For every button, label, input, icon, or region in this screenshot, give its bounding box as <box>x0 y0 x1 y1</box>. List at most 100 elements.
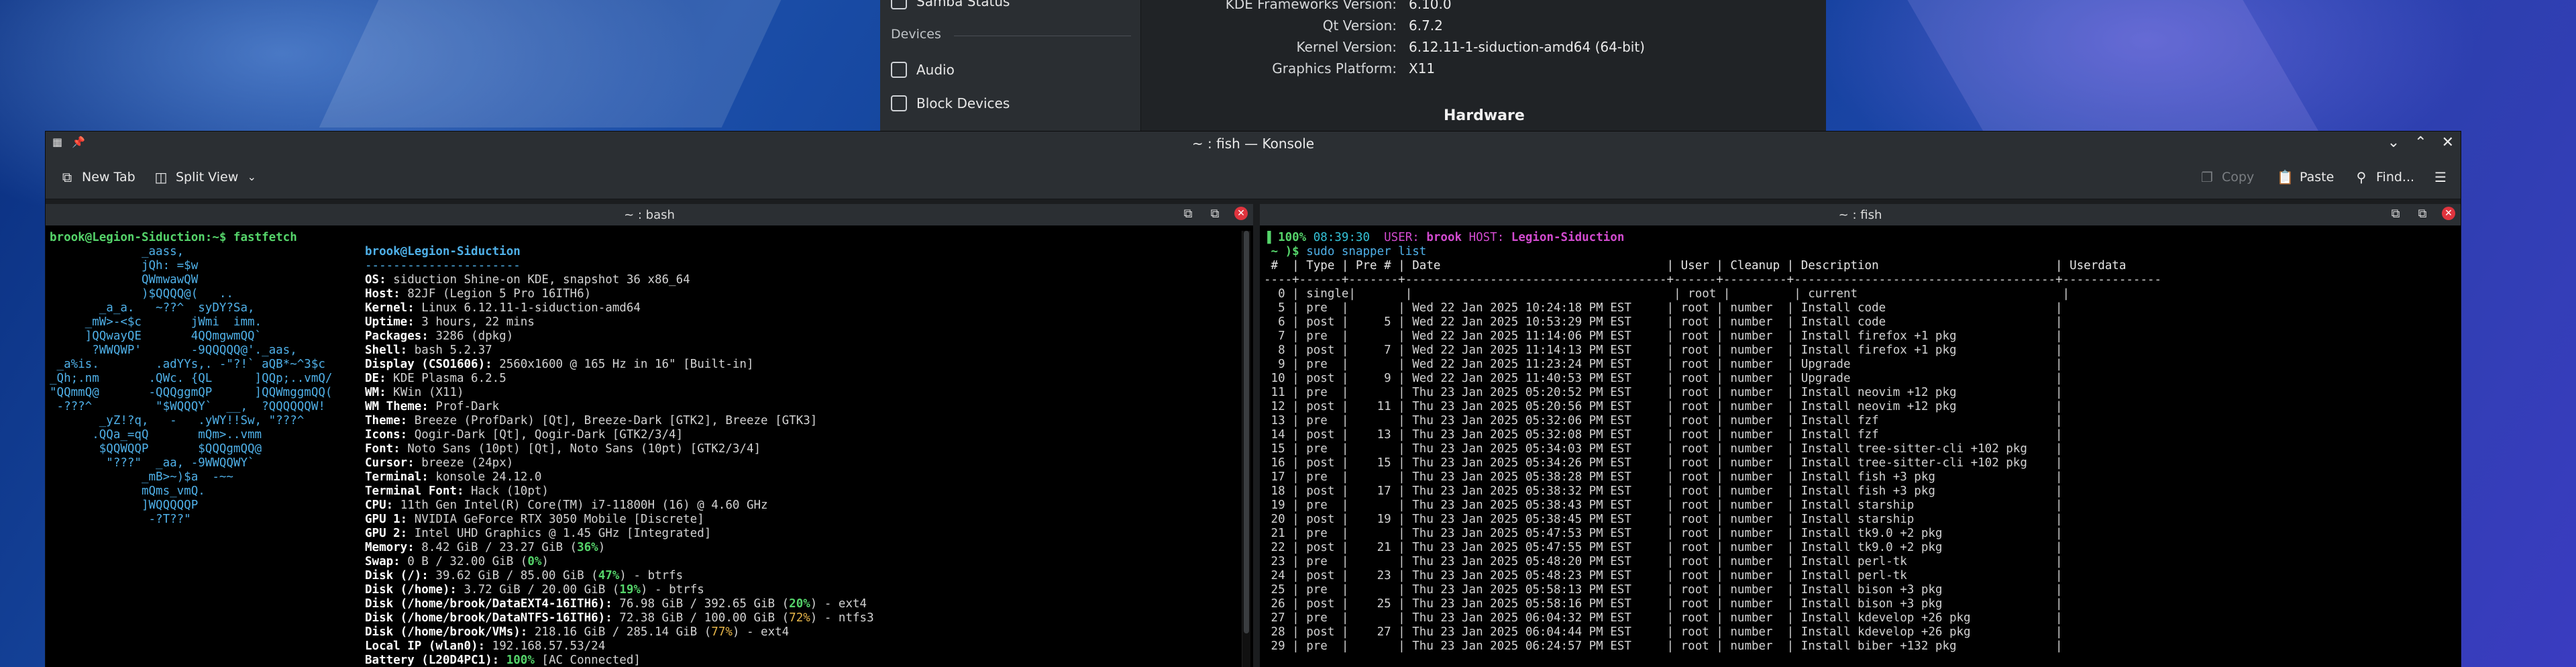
window-titlebar[interactable]: ▦ 📌 ~ : fish — Konsole ⌄ ⌃ ✕ <box>46 132 2461 156</box>
table-row: 0 | single| | | root | | current | <box>1264 287 2169 301</box>
table-row: 19 | pre | | Thu 23 Jan 2025 05:38:43 PM… <box>1264 499 2162 512</box>
info-value: 6.10.0 <box>1409 0 1452 12</box>
scrollbar[interactable] <box>1242 231 1250 667</box>
battery-status: 100% <box>1278 231 1313 244</box>
hamburger-menu-button[interactable]: ☰ <box>2432 165 2455 189</box>
info-key: Cursor: <box>365 456 422 470</box>
info-line: Disk (/home): 3.72 GiB / 20.00 GiB (19%)… <box>365 583 874 597</box>
info-line: Icons: Qogir-Dark [Qt], Qogir-Dark [GTK2… <box>365 428 874 442</box>
maximize-pane-icon[interactable]: ⧉ <box>1181 207 1195 221</box>
table-row: 9 | pre | | Wed 22 Jan 2025 11:23:24 PM … <box>1264 358 2162 371</box>
sidebar-item-audio[interactable]: Audio <box>891 56 955 83</box>
info-value: ) <box>541 555 549 568</box>
info-key: CPU: <box>365 499 400 512</box>
prompt-symbol: ~ )$ <box>1264 245 1307 258</box>
info-value: Hack (10pt) <box>471 484 549 498</box>
detach-pane-icon[interactable]: ⧉ <box>2415 207 2430 221</box>
table-row: 17 | pre | | Thu 23 Jan 2025 05:38:28 PM… <box>1264 470 2162 484</box>
chevron-down-icon[interactable]: ⌄ <box>2387 134 2400 151</box>
table-row: 14 | post | 13 | Thu 23 Jan 2025 05:32:0… <box>1264 428 2162 442</box>
button-label: Find... <box>2376 170 2415 185</box>
pane-title: ~ : bash <box>624 207 675 222</box>
info-value: NVIDIA GeForce RTX 3050 Mobile [Discrete… <box>414 513 704 526</box>
info-line: DE: KDE Plasma 6.2.5 <box>365 372 874 386</box>
sidebar-item-samba[interactable]: Samba Status <box>891 0 1010 15</box>
info-line: Disk (/home/brook/DataNTFS-16ITH6): 72.3… <box>365 611 874 625</box>
info-value: konsole 24.12.0 <box>435 470 542 484</box>
info-key: Theme: <box>365 414 415 427</box>
settings-sidebar: Samba Status Devices Audio Block Devices <box>880 0 1141 132</box>
info-key: DE: <box>365 372 394 385</box>
info-key: Terminal: <box>365 470 436 484</box>
terminal-output[interactable]: ▐ 100% 08:39:30 USER: brook HOST: Legion… <box>1264 231 2445 667</box>
pin-icon[interactable]: 📌 <box>72 136 85 148</box>
logo-line: _Qh;.nm .QWc. {QL ]QQp;..vmQ/ <box>50 372 333 385</box>
info-percent: 47% <box>598 569 620 582</box>
button-label: Split View <box>176 170 239 185</box>
info-value: ) - ext4 <box>732 625 790 639</box>
paste-button[interactable]: 📋 Paste <box>2277 165 2334 189</box>
info-value: Intel UHD Graphics @ 1.45 GHz [Integrate… <box>414 527 712 540</box>
sidebar-item-label: Block Devices <box>916 95 1010 111</box>
scrollbar-thumb[interactable] <box>1244 231 1249 633</box>
konsole-app-icon[interactable]: ▦ <box>52 136 62 148</box>
split-view-button[interactable]: ◫ Split View ⌄ <box>153 165 266 189</box>
table-row: 11 | pre | | Thu 23 Jan 2025 05:20:52 PM… <box>1264 386 2162 399</box>
info-row: Qt Version: 6.7.2 <box>1155 17 1443 38</box>
window-title: ~ : fish — Konsole <box>1191 136 1315 152</box>
status-marker: ▐ <box>1264 231 1279 244</box>
close-pane-icon[interactable]: ✕ <box>1234 207 1248 220</box>
hardware-heading: Hardware <box>1444 107 1525 124</box>
terminal-output[interactable]: brook@Legion-Siduction:~$ fastfetch _aas… <box>50 231 1237 667</box>
info-value: 3.72 GiB / 20.00 GiB ( <box>464 583 620 597</box>
info-key: OS: <box>365 273 394 287</box>
search-icon: ⚲ <box>2356 169 2367 185</box>
samba-icon <box>891 0 907 9</box>
info-row: Kernel Version: 6.12.11-1-siduction-amd6… <box>1155 39 1645 59</box>
info-percent: 72% <box>789 611 810 625</box>
sidebar-item-block-devices[interactable]: Block Devices <box>891 90 1010 117</box>
info-value: 72.38 GiB / 100.00 GiB ( <box>619 611 790 625</box>
logo-line: )$QQQQ@( .. <box>50 287 233 301</box>
terminal-pane-fish[interactable]: ~ : fish ⧉ ⧉ ✕ ▐ 100% 08:39:30 USER: bro… <box>1260 204 2461 667</box>
info-value: KDE Plasma 6.2.5 <box>393 372 506 385</box>
info-line: Battery (L20D4PC1): 100% [AC Connected] <box>365 654 874 667</box>
hamburger-icon: ☰ <box>2434 169 2447 185</box>
terminal-pane-bash[interactable]: ~ : bash ⧉ ⧉ ✕ brook@Legion-Siduction:~$… <box>46 204 1253 667</box>
info-key: Kernel: <box>365 301 422 315</box>
chevron-up-icon[interactable]: ⌃ <box>2414 134 2426 151</box>
clock-status: 08:39:30 <box>1313 231 1385 244</box>
info-key: Terminal Font: <box>365 484 472 498</box>
info-value: Prof-Dark <box>435 400 500 413</box>
copy-button[interactable]: ❐ Copy <box>2199 165 2254 189</box>
close-pane-icon[interactable]: ✕ <box>2442 207 2455 220</box>
system-info: brook@Legion-Siduction ------------------… <box>365 245 874 667</box>
info-line: Uptime: 3 hours, 22 mins <box>365 315 874 329</box>
maximize-pane-icon[interactable]: ⧉ <box>2388 207 2403 221</box>
info-line: Cursor: breeze (24px) <box>365 456 874 470</box>
info-value: bash 5.2.37 <box>414 344 492 357</box>
info-line: OS: siduction Shine-on KDE, snapshot 36 … <box>365 273 874 287</box>
logo-line: "QQmmQ@ -QQQggmQP ]QQWmggmQQ( <box>50 386 333 399</box>
info-line: Terminal: konsole 24.12.0 <box>365 470 874 484</box>
close-icon[interactable]: ✕ <box>2442 134 2454 151</box>
info-line: Host: 82JF (Legion 5 Pro 16ITH6) <box>365 287 874 301</box>
info-key: Display (CSO1606): <box>365 358 500 371</box>
detach-pane-icon[interactable]: ⧉ <box>1208 207 1222 221</box>
info-line: Disk (/home/brook/VMs): 218.16 GiB / 285… <box>365 625 874 639</box>
info-key: Memory: <box>365 541 422 554</box>
table-row: 6 | post | 5 | Wed 22 Jan 2025 10:53:29 … <box>1264 315 2162 329</box>
info-key: Host: <box>365 287 408 301</box>
block-devices-icon <box>891 95 907 111</box>
table-row: 22 | post | 21 | Thu 23 Jan 2025 05:47:5… <box>1264 541 2162 554</box>
find-button[interactable]: ⚲ Find... <box>2353 165 2414 189</box>
new-tab-button[interactable]: ⧉ New Tab <box>59 165 136 189</box>
info-value: 6.12.11-1-siduction-amd64 (64-bit) <box>1409 39 1645 55</box>
copy-icon: ❐ <box>2201 169 2213 185</box>
info-key: Uptime: <box>365 315 422 329</box>
logo-line: _mB>~)$a -~~ <box>50 470 233 484</box>
command-text: sudo snapper list <box>1306 245 1427 258</box>
info-line: GPU 1: NVIDIA GeForce RTX 3050 Mobile [D… <box>365 513 874 527</box>
info-key: WM Theme: <box>365 400 436 413</box>
table-row: 7 | pre | | Wed 22 Jan 2025 11:14:06 PM … <box>1264 329 2162 343</box>
